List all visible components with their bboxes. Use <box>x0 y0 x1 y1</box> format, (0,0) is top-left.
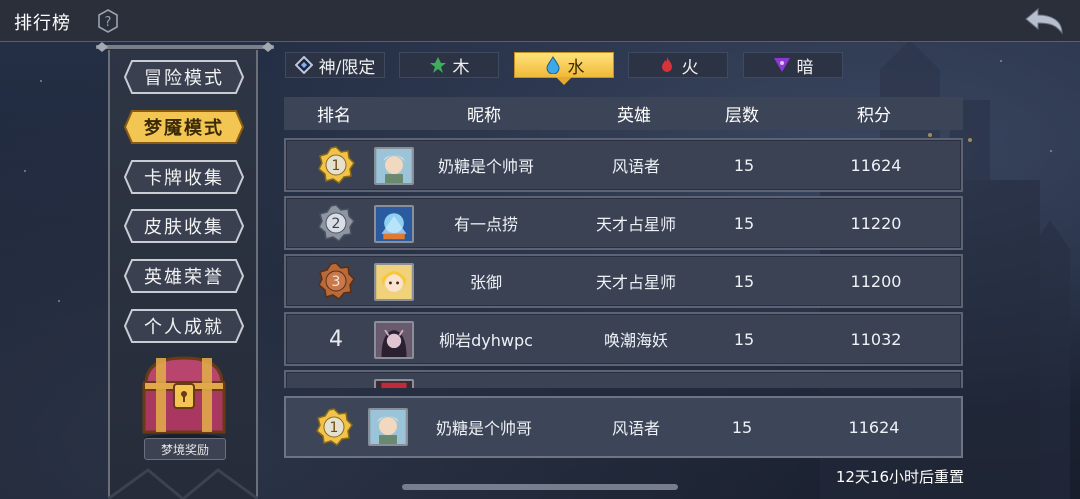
score-cell: 11624 <box>848 417 900 437</box>
star-decoration <box>58 300 60 302</box>
mode-adventure-button[interactable]: 冒险模式 <box>124 60 244 94</box>
hero-avatar <box>368 408 408 446</box>
nickname-cell: 柳岩dyhwpc <box>439 331 533 350</box>
silver-medal-icon: 2 <box>318 204 355 242</box>
nickname-cell: 奶糖是个帅哥 <box>437 157 534 176</box>
leaderboard-header: 排名 昵称 英雄 层数 积分 <box>284 97 963 130</box>
score-cell: 11200 <box>850 271 902 291</box>
floors-cell: 15 <box>733 271 755 291</box>
rank-cell: 1 <box>286 140 386 190</box>
tab-water[interactable]: 水 <box>514 52 614 85</box>
leaderboard-row[interactable]: 2 有一点捞 天才占星师 15 11220 <box>284 196 963 250</box>
nickname-cell: 张御 <box>469 273 502 292</box>
medal-rank-number: 1 <box>332 158 341 174</box>
leaderboard-row[interactable]: 1 奶糖是个帅哥 风语者 15 11624 <box>284 138 963 192</box>
rank-cell: 2 <box>286 198 386 248</box>
mode-label: 皮肤收集 <box>144 217 224 238</box>
tab-fire[interactable]: 火 <box>628 52 728 78</box>
leaderboard-row-partial[interactable] <box>284 370 963 388</box>
score-cell: 11624 <box>850 155 902 175</box>
nickname-cell: 奶糖是个帅哥 <box>435 419 532 438</box>
leaderboard-row[interactable]: 3 张御 天才占星师 15 11200 <box>284 254 963 308</box>
hero-cell: 唤潮海妖 <box>603 331 668 350</box>
help-icon[interactable]: ? <box>96 9 120 33</box>
floors-cell: 15 <box>733 329 755 349</box>
mode-label: 个人成就 <box>144 317 224 338</box>
column-rank-header: 排名 <box>317 106 351 126</box>
rank-cell: 3 <box>286 256 386 306</box>
active-tab-caret <box>556 77 572 85</box>
column-nickname-header: 昵称 <box>467 106 501 126</box>
mode-label: 梦魇模式 <box>144 118 224 139</box>
diamond-icon <box>294 56 313 74</box>
reset-countdown: 12天16小时后重置 <box>835 468 964 486</box>
star-decoration <box>40 80 42 82</box>
floors-cell: 15 <box>733 155 755 175</box>
hero-avatar <box>374 263 414 301</box>
page-title: 排行榜 <box>14 13 71 34</box>
tab-wood[interactable]: 木 <box>399 52 499 78</box>
column-floors-header: 层数 <box>725 106 759 126</box>
medal-rank-number: 1 <box>330 420 339 436</box>
hero-avatar <box>374 205 414 243</box>
mode-nightmare-button[interactable]: 梦魇模式 <box>124 110 244 144</box>
nickname-cell: 有一点捞 <box>453 215 518 234</box>
home-indicator[interactable] <box>402 484 678 490</box>
score-cell: 11220 <box>850 213 902 233</box>
hero-cell: 风语者 <box>611 419 660 438</box>
tab-label: 水 <box>567 57 585 78</box>
leaderboard-list[interactable]: 1 奶糖是个帅哥 风语者 15 11624 2 有一点捞 天才占星师 15 11… <box>284 134 963 388</box>
tab-god-limited[interactable]: 神/限定 <box>285 52 385 78</box>
hero-avatar <box>374 321 414 359</box>
mode-card-collection-button[interactable]: 卡牌收集 <box>124 160 244 194</box>
floors-cell: 15 <box>731 417 753 437</box>
mode-sidebar: 冒险模式 梦魇模式 卡牌收集 皮肤收集 英雄荣誉 个人成就 梦境奖励 <box>96 42 276 499</box>
gold-medal-icon: 1 <box>318 146 355 184</box>
leaf-icon <box>429 57 446 73</box>
top-bar: 排行榜 ? <box>0 0 1080 42</box>
mode-achievement-button[interactable]: 个人成就 <box>124 309 244 343</box>
mode-label: 英雄荣誉 <box>144 267 224 288</box>
treasure-chest-icon[interactable] <box>136 352 232 442</box>
star-decoration <box>24 170 26 172</box>
gold-medal-icon: 1 <box>316 408 353 446</box>
tab-dark[interactable]: 暗 <box>743 52 843 78</box>
floors-cell: 15 <box>733 213 755 233</box>
rank-cell: 4 <box>329 326 343 352</box>
score-cell: 11032 <box>850 329 902 349</box>
my-rank-row[interactable]: 1 奶糖是个帅哥 风语者 15 11624 <box>284 396 963 458</box>
svg-text:?: ? <box>105 15 112 30</box>
tab-label: 暗 <box>796 57 814 78</box>
mode-label: 卡牌收集 <box>144 168 224 189</box>
dream-reward-label[interactable]: 梦境奖励 <box>144 438 226 460</box>
column-hero-header: 英雄 <box>617 106 651 126</box>
hero-cell: 天才占星师 <box>595 273 676 292</box>
tab-label: 神/限定 <box>318 57 376 78</box>
hero-cell: 风语者 <box>611 157 660 176</box>
mode-hero-honor-button[interactable]: 英雄荣誉 <box>124 259 244 293</box>
tab-label: 木 <box>452 57 470 78</box>
medal-rank-number: 3 <box>332 274 341 290</box>
fire-icon <box>661 57 672 72</box>
sidebar-bottom-ornament <box>108 468 258 499</box>
bronze-medal-icon: 3 <box>318 262 355 300</box>
mode-label: 冒险模式 <box>144 68 224 89</box>
column-score-header: 积分 <box>857 106 891 126</box>
dark-triangle-icon <box>773 58 790 72</box>
leaderboard-row[interactable]: 4 柳岩dyhwpc 唤潮海妖 15 11032 <box>284 312 963 366</box>
hero-avatar <box>374 379 414 388</box>
medal-rank-number: 2 <box>332 216 341 232</box>
hero-cell: 天才占星师 <box>595 215 676 234</box>
tab-label: 火 <box>681 57 699 78</box>
sidebar-top-ornament <box>96 42 274 52</box>
water-drop-icon <box>545 56 560 74</box>
mode-skin-collection-button[interactable]: 皮肤收集 <box>124 209 244 243</box>
hero-avatar <box>374 147 414 185</box>
back-button[interactable] <box>1022 5 1066 37</box>
